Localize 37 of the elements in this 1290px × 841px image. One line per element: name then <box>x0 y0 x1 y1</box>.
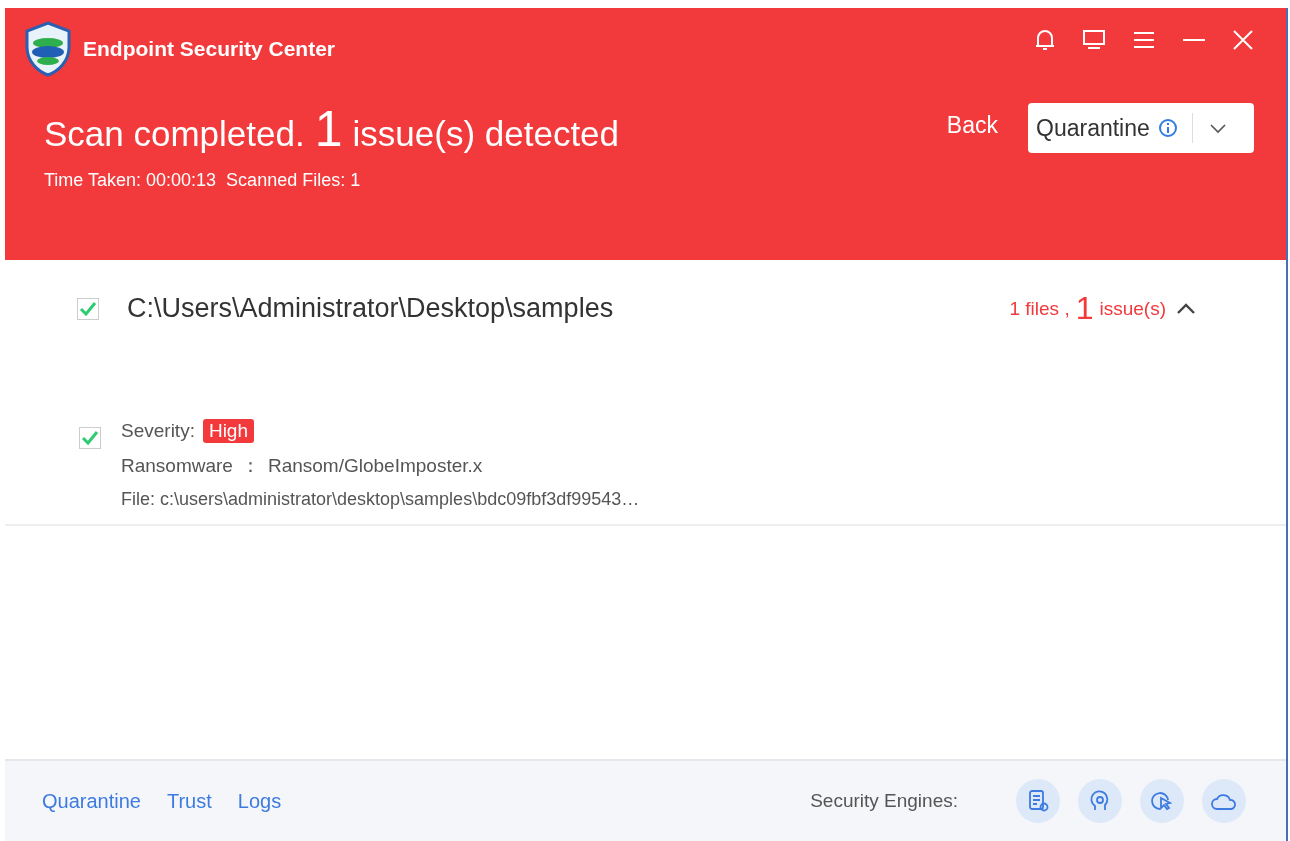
menu-icon[interactable] <box>1132 30 1156 50</box>
chevron-down-icon <box>1208 122 1227 134</box>
threat-type: Ransomware <box>121 455 233 477</box>
action-select[interactable]: Quarantine <box>1028 103 1254 153</box>
app-title: Endpoint Security Center <box>83 37 337 61</box>
severity-badge: High <box>202 419 254 443</box>
monitor-icon[interactable] <box>1082 29 1106 51</box>
engine-button[interactable] <box>1016 779 1060 823</box>
file-path: File: c:\users\administrator\desktop\samples\bdc09fbf3df99543… <box>121 489 640 510</box>
document-icon <box>1027 789 1049 813</box>
pointer-icon <box>1150 789 1174 813</box>
folder-path: C:\Users\Administrator\Desktop\samples <box>127 293 615 324</box>
shield-logo-icon <box>23 21 73 77</box>
cloud-icon <box>1210 791 1238 811</box>
bell-icon[interactable] <box>1034 28 1056 52</box>
scan-summary: Scan completed. 1 issue(s) detected <box>44 100 621 158</box>
severity-label: Severity: <box>121 420 195 442</box>
info-icon <box>1157 118 1178 138</box>
engine-button[interactable] <box>1202 779 1246 823</box>
close-icon[interactable] <box>1232 29 1254 51</box>
scan-stats: Time Taken: 00:00:13 Scanned Files: 1 <box>44 170 362 191</box>
back-link[interactable]: Back <box>946 112 998 139</box>
threat-name: Ransom/GlobeImposter.x <box>267 455 483 477</box>
engine-button[interactable] <box>1078 779 1122 823</box>
separator: ： <box>240 454 260 478</box>
footer-link[interactable]: Trust <box>166 789 212 813</box>
issue-count: 1 <box>1075 290 1094 327</box>
chevron-up-icon[interactable] <box>1176 301 1196 316</box>
issues-label: issue(s) <box>1099 297 1166 320</box>
files-count: 1 files , <box>1009 297 1070 320</box>
minimize-icon[interactable] <box>1182 38 1206 42</box>
engine-button[interactable] <box>1140 779 1184 823</box>
footer-link[interactable]: Quarantine <box>42 789 141 813</box>
engines-label: Security Engines: <box>810 790 958 812</box>
footer-link[interactable]: Logs <box>237 789 282 813</box>
checkbox[interactable] <box>77 297 99 320</box>
checkbox[interactable] <box>79 427 101 449</box>
